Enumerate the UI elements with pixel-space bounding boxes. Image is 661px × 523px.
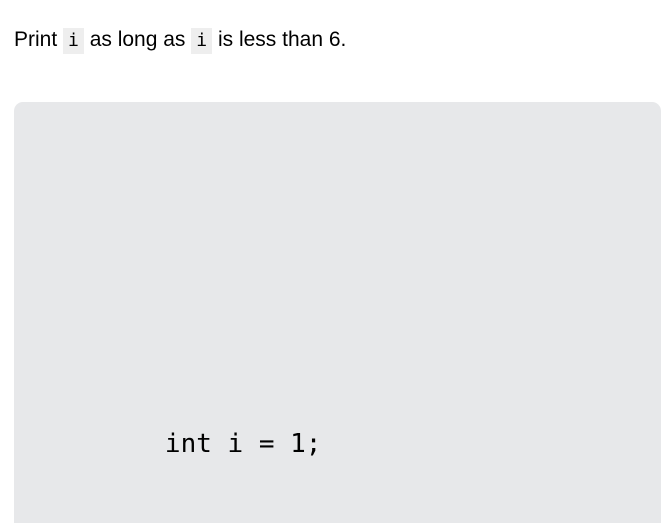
code-line-1-text: int i = 1; [164, 429, 322, 459]
code-block: int i = 1; (i < 6) { cout << i << "\n"; … [71, 170, 478, 523]
code-line-1: int i = 1; [71, 353, 478, 459]
inline-code-variable-i-second: i [191, 28, 213, 54]
instruction-text-part-3: is less than 6. [212, 28, 347, 51]
code-exercise-panel: int i = 1; (i < 6) { cout << i << "\n"; … [14, 102, 661, 523]
instruction-text-part-1: Print [14, 28, 64, 51]
inline-code-variable-i-first: i [63, 28, 84, 54]
exercise-instruction: Print i as long as i is less than 6. [14, 26, 346, 55]
instruction-text-part-2: as long as [83, 28, 192, 51]
